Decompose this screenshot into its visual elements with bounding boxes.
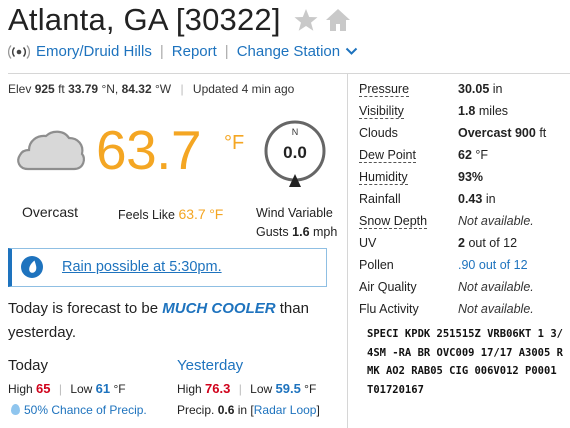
updated-time: Updated 4 min ago — [192, 82, 295, 96]
today-high-low: High 65 | Low 61 °F — [8, 381, 126, 396]
home-icon[interactable] — [325, 8, 351, 37]
wind-speed: 0.0 — [283, 143, 307, 162]
page-title: Atlanta, GA [30322] — [8, 2, 281, 37]
column-divider — [347, 74, 348, 428]
compass-direction: N — [292, 127, 299, 137]
yesterday-high-low: High 76.3 | Low 59.5 °F — [177, 381, 317, 396]
wind-compass: N 0.0 — [262, 119, 328, 196]
rain-alert-link[interactable]: Rain possible at 5:30pm. — [62, 259, 222, 275]
yesterday-precip: Precip. 0.6 in [Radar Loop] — [177, 403, 320, 417]
elevation-info: Elev 925 ft 33.79 °N, 84.32 °W | Updated… — [8, 82, 295, 96]
condition-label: Overcast — [22, 204, 79, 220]
star-icon[interactable] — [293, 8, 319, 37]
station-signal-icon — [8, 44, 30, 59]
forecast-summary: Today is forecast to be MUCH COOLER than… — [8, 300, 309, 341]
current-temperature: 63.7 — [96, 119, 202, 181]
yesterday-heading[interactable]: Yesterday — [177, 357, 243, 374]
change-station-link[interactable]: Change Station — [237, 43, 340, 60]
divider: | — [224, 43, 229, 60]
temperature-unit: °F — [224, 132, 245, 154]
header-divider — [8, 73, 570, 74]
report-link[interactable]: Report — [172, 43, 217, 60]
cloud-icon — [14, 127, 86, 178]
today-heading: Today — [8, 357, 49, 374]
rain-alert[interactable]: Rain possible at 5:30pm. — [8, 248, 327, 287]
precip-drop-icon — [11, 404, 20, 415]
wind-info: Wind Variable Gusts 1.6 mph — [256, 206, 338, 239]
station-nav: Emory/Druid Hills | Report | Change Stat… — [8, 43, 358, 60]
radar-loop-link[interactable]: Radar Loop — [254, 403, 317, 417]
metar-report: SPECI KPDK 251515Z VRB06KT 1 3/4SM -RA B… — [367, 328, 563, 396]
station-link[interactable]: Emory/Druid Hills — [36, 43, 152, 60]
feels-like: Feels Like 63.7 °F — [118, 206, 224, 222]
divider: | — [159, 43, 164, 60]
rain-drop-icon — [21, 256, 43, 278]
today-precip: 50% Chance of Precip. — [11, 403, 147, 417]
forecast-highlight: MUCH COOLER — [162, 300, 276, 317]
chevron-down-icon[interactable] — [345, 47, 358, 56]
